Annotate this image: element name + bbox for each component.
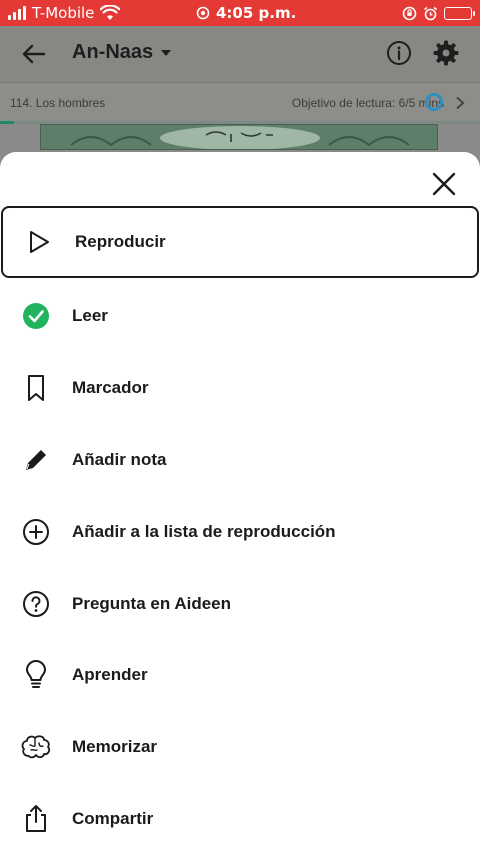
ornament-icon <box>41 125 437 149</box>
menu-item-read[interactable]: Leer <box>0 280 480 352</box>
menu-item-memorize[interactable]: Memorizar <box>0 711 480 783</box>
menu-item-label: Marcador <box>72 378 149 397</box>
clock-label: 4:05 p.m. <box>216 4 297 22</box>
menu-item-ask-aideen[interactable]: Pregunta en Aideen <box>0 568 480 640</box>
reading-goal-label[interactable]: Objetivo de lectura: 6/5 mins <box>292 96 444 110</box>
check-circle-icon <box>20 300 52 332</box>
menu-item-share[interactable]: Compartir <box>0 783 480 854</box>
lightbulb-icon <box>20 659 52 691</box>
app-header: An-Naas <box>0 26 480 82</box>
brain-icon <box>20 731 52 763</box>
mushaf-page-banner <box>40 124 438 150</box>
chevron-right-icon[interactable] <box>455 96 465 110</box>
signal-icon <box>8 6 26 20</box>
menu-item-add-to-playlist[interactable]: Añadir a la lista de reproducción <box>0 496 480 568</box>
orientation-lock-icon <box>402 6 417 20</box>
surah-selector[interactable]: An-Naas <box>72 41 172 64</box>
menu-item-bookmark[interactable]: Marcador <box>0 352 480 424</box>
wifi-icon <box>100 5 121 20</box>
menu-item-label: Añadir a la lista de reproducción <box>72 522 336 541</box>
menu-item-label: Compartir <box>72 809 154 828</box>
plus-circle-icon <box>20 516 52 548</box>
surah-name-label: 114. Los hombres <box>10 96 106 110</box>
info-icon[interactable] <box>386 40 412 66</box>
menu-item-label: Leer <box>72 306 108 325</box>
menu-item-add-note[interactable]: Añadir nota <box>0 424 480 496</box>
status-bar: T-Mobile 4:05 p.m. <box>0 0 480 26</box>
surah-title-label: An-Naas <box>72 41 154 63</box>
alarm-status-icon <box>196 6 210 20</box>
reading-progress-fill <box>0 121 15 124</box>
options-bottom-sheet: Reproducir Leer Marcador Añadir nota Aña… <box>0 152 480 854</box>
goal-progress-ring-icon <box>425 93 443 111</box>
menu-item-play[interactable]: Reproducir <box>1 206 479 278</box>
menu-item-label: Memorizar <box>72 737 158 756</box>
alarm-clock-icon <box>424 6 437 20</box>
menu-item-label: Añadir nota <box>72 450 167 469</box>
battery-icon <box>444 6 475 20</box>
menu-item-label: Reproducir <box>75 232 166 251</box>
gear-icon[interactable] <box>432 39 460 67</box>
play-icon <box>23 226 55 258</box>
menu-item-label: Aprender <box>72 665 148 684</box>
menu-item-label: Pregunta en Aideen <box>72 594 232 613</box>
carrier-label: T-Mobile <box>32 4 95 22</box>
pencil-icon <box>20 444 52 476</box>
bookmark-icon <box>20 372 52 404</box>
reading-info-bar: 114. Los hombres Objetivo de lectura: 6/… <box>0 82 480 122</box>
close-icon[interactable] <box>430 170 458 198</box>
question-circle-icon <box>20 588 52 620</box>
back-arrow-icon[interactable] <box>20 40 48 68</box>
share-icon <box>20 803 52 835</box>
caret-down-icon <box>161 49 172 56</box>
menu-item-learn[interactable]: Aprender <box>0 639 480 711</box>
